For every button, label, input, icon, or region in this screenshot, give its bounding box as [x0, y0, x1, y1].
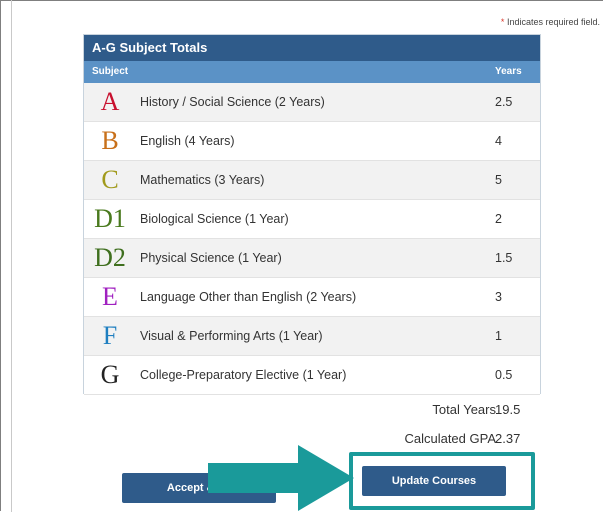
subject-years: 3 — [495, 290, 502, 304]
subject-letter: C — [101, 165, 119, 194]
highlight-box — [349, 452, 535, 510]
subject-years: 5 — [495, 173, 502, 187]
subject-name: Physical Science (1 Year) — [140, 251, 282, 265]
subject-letter: D2 — [94, 243, 126, 272]
table-row: A History / Social Science (2 Years) 2.5 — [84, 83, 540, 122]
total-years-label: Total Years — [432, 402, 496, 417]
table-row: B English (4 Years) 4 — [84, 122, 540, 161]
subject-letter: D1 — [94, 204, 126, 233]
divider — [11, 0, 12, 512]
subject-letter: B — [101, 126, 119, 155]
column-header-subject: Subject — [92, 66, 129, 77]
subject-name: English (4 Years) — [140, 134, 235, 148]
subject-rows: A History / Social Science (2 Years) 2.5 B E… — [84, 83, 540, 395]
subject-letter: E — [102, 282, 118, 311]
gpa-value: 2.37 — [495, 431, 521, 446]
table-row: E Language Other than English (2 Years) 3 — [84, 278, 540, 317]
subject-years: 1.5 — [495, 251, 513, 265]
panel-title: A-G Subject Totals — [84, 35, 540, 61]
subject-name: College-Preparatory Elective (1 Year) — [140, 368, 347, 382]
subject-years: 0.5 — [495, 368, 513, 382]
total-years-value: 19.5 — [495, 402, 521, 417]
subject-name: Mathematics (3 Years) — [140, 173, 265, 187]
column-header-years: Years — [495, 66, 522, 77]
subject-years: 2 — [495, 212, 502, 226]
subject-letter: F — [102, 321, 118, 350]
subject-name: History / Social Science (2 Years) — [140, 95, 325, 109]
required-field-note: * Indicates required field. — [501, 17, 600, 27]
gpa-label: Calculated GPA — [404, 431, 496, 446]
table-row: F Visual & Performing Arts (1 Year) 1 — [84, 317, 540, 356]
table-row: C Mathematics (3 Years) 5 — [84, 161, 540, 200]
subject-name: Visual & Performing Arts (1 Year) — [140, 329, 323, 343]
table-header: Subject Years — [84, 61, 540, 83]
arrow-icon — [208, 445, 354, 511]
subject-name: Language Other than English (2 Years) — [140, 290, 357, 304]
table-row: D1 Biological Science (1 Year) 2 — [84, 200, 540, 239]
required-note-text: Indicates required field. — [504, 17, 600, 27]
subject-years: 2.5 — [495, 95, 513, 109]
subject-letter: G — [100, 360, 120, 389]
subject-totals-panel: A-G Subject Totals Subject Years A Histor… — [83, 34, 541, 395]
subject-years: 1 — [495, 329, 502, 343]
table-row: D2 Physical Science (1 Year) 1.5 — [84, 239, 540, 278]
subject-years: 4 — [495, 134, 502, 148]
subject-letter: A — [100, 87, 120, 116]
table-row: G College-Preparatory Elective (1 Year) 0.… — [84, 356, 540, 395]
subject-name: Biological Science (1 Year) — [140, 212, 289, 226]
